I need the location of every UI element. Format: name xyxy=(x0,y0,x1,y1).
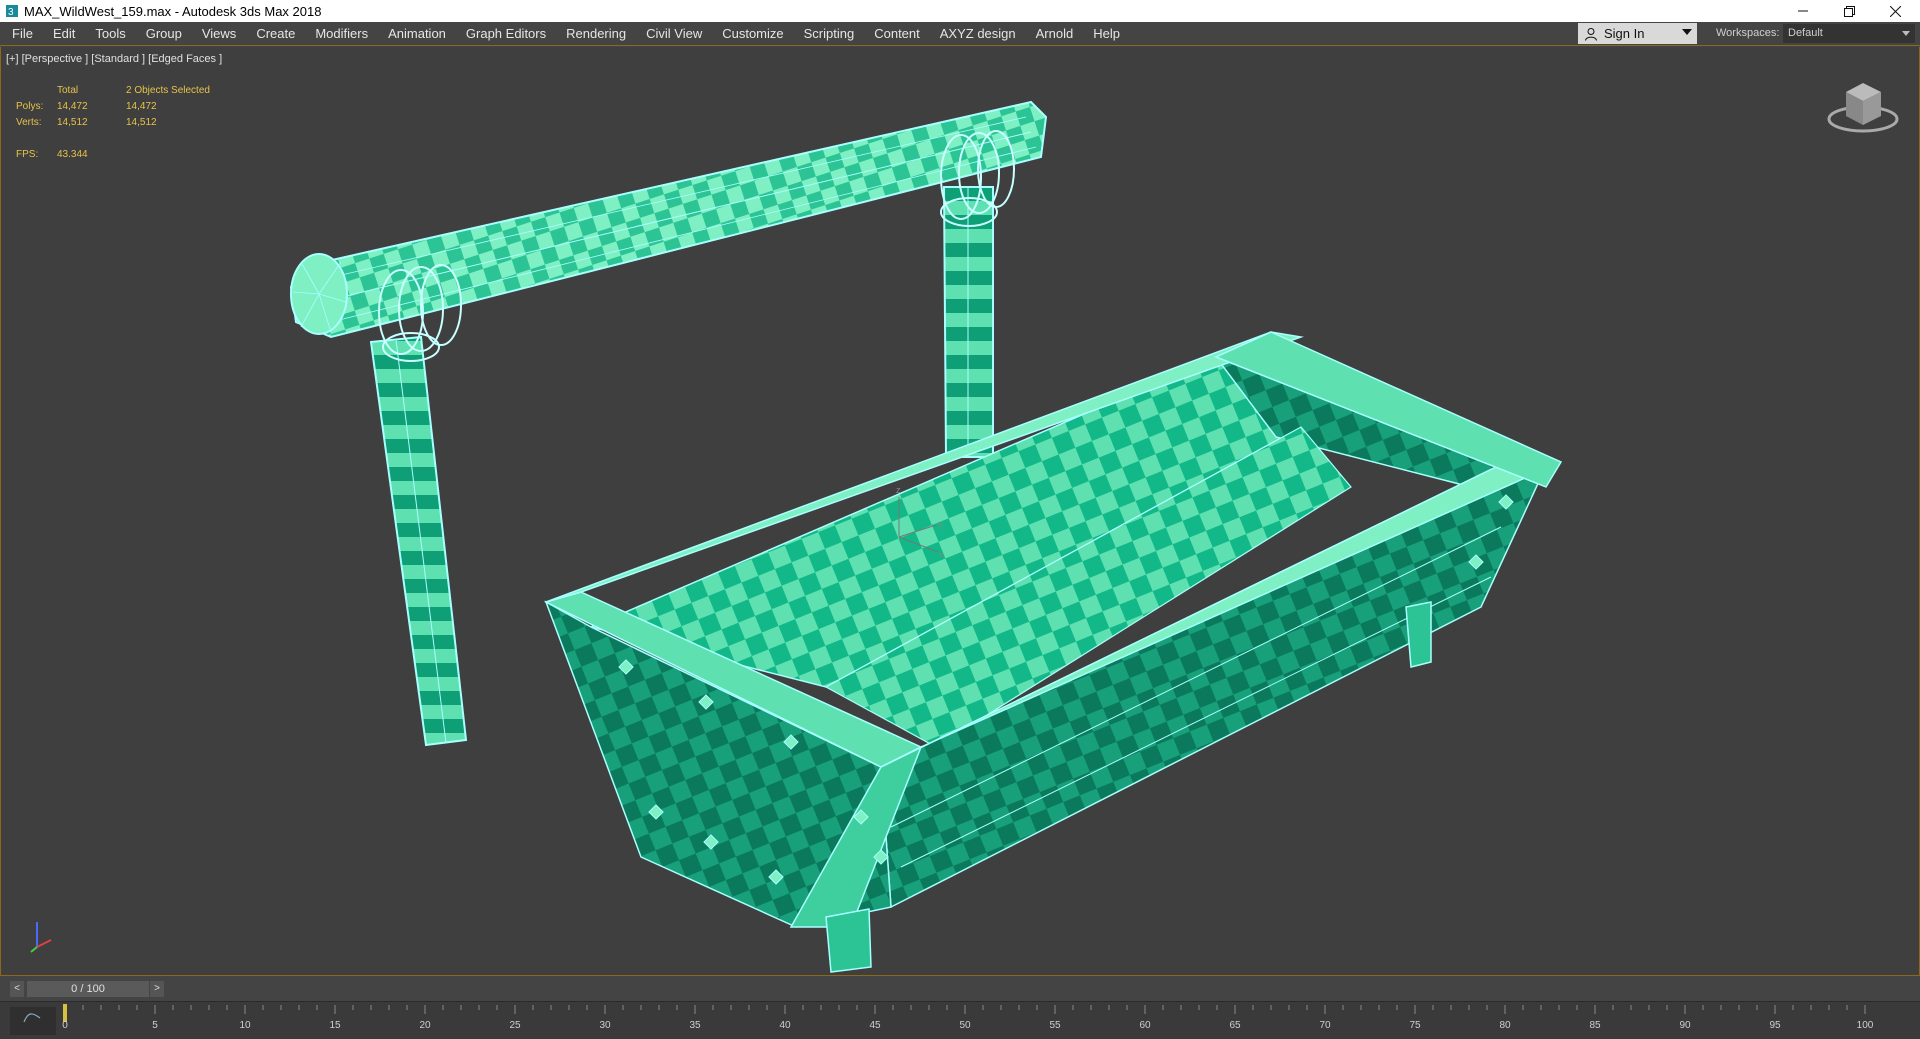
menu-item-help[interactable]: Help xyxy=(1083,22,1130,46)
menu-item-create[interactable]: Create xyxy=(246,22,305,46)
viewcube-icon[interactable] xyxy=(1827,83,1899,133)
menu-item-arnold[interactable]: Arnold xyxy=(1026,22,1084,46)
track-tick-label: 5 xyxy=(152,1020,158,1031)
time-slider[interactable]: 0 / 100 xyxy=(27,981,149,997)
menu-item-graph-editors[interactable]: Graph Editors xyxy=(456,22,556,46)
workspace-value: Default xyxy=(1788,27,1823,39)
verts-selected: 14,512 xyxy=(126,117,157,128)
polys-total: 14,472 xyxy=(57,101,88,112)
track-tick-label: 85 xyxy=(1589,1020,1601,1031)
stats-selected-header: 2 Objects Selected xyxy=(126,85,210,96)
track-tick-label: 30 xyxy=(599,1020,611,1031)
menu-item-scripting[interactable]: Scripting xyxy=(794,22,865,46)
axis-tripod-icon xyxy=(30,922,52,953)
track-tick-label: 90 xyxy=(1679,1020,1691,1031)
fps-label: FPS: xyxy=(16,149,39,160)
3dsmax-app-icon[interactable]: 3 xyxy=(4,3,20,19)
trough[interactable] xyxy=(543,331,1563,973)
track-tick-label: 10 xyxy=(239,1020,251,1031)
right-post[interactable] xyxy=(942,186,994,458)
track-tick-label: 60 xyxy=(1139,1020,1151,1031)
window-title: MAX_WildWest_159.max - Autodesk 3ds Max … xyxy=(24,3,322,19)
track-tick-label: 75 xyxy=(1409,1020,1421,1031)
track-tick-label: 70 xyxy=(1319,1020,1331,1031)
track-tick-label: 20 xyxy=(419,1020,431,1031)
left-post[interactable] xyxy=(369,335,468,747)
scene-canvas[interactable]: z y x xyxy=(1,47,1919,976)
menu-item-group[interactable]: Group xyxy=(136,22,192,46)
verts-total: 14,512 xyxy=(57,117,88,128)
menu-item-views[interactable]: Views xyxy=(192,22,246,46)
menu-item-content[interactable]: Content xyxy=(864,22,930,46)
time-slider-bar: < 0 / 100 > xyxy=(0,977,1920,1001)
track-tick-label: 100 xyxy=(1857,1020,1874,1031)
sign-in-label: Sign In xyxy=(1604,26,1645,41)
prev-frame-button[interactable]: < xyxy=(10,981,24,997)
workspace-dropdown[interactable]: Default xyxy=(1783,24,1915,43)
track-tick-label: 25 xyxy=(509,1020,521,1031)
track-tick-label: 45 xyxy=(869,1020,881,1031)
viewport-label[interactable]: [+] [Perspective ] [Standard ] [Edged Fa… xyxy=(6,53,222,65)
menu-item-file[interactable]: File xyxy=(0,22,43,46)
track-tick-label: 15 xyxy=(329,1020,341,1031)
verts-label: Verts: xyxy=(16,117,42,128)
restore-icon[interactable] xyxy=(1826,0,1872,22)
gizmo-y-label: y xyxy=(938,519,943,529)
chevron-down-icon[interactable] xyxy=(1902,31,1910,36)
polys-selected: 14,472 xyxy=(126,101,157,112)
next-frame-button[interactable]: > xyxy=(150,981,164,997)
menu-item-axyz-design[interactable]: AXYZ design xyxy=(930,22,1026,46)
sign-in-button[interactable]: Sign In xyxy=(1578,23,1697,44)
track-tick-label: 35 xyxy=(689,1020,701,1031)
user-icon xyxy=(1585,27,1597,41)
track-tick-label: 55 xyxy=(1049,1020,1061,1031)
menu-item-rendering[interactable]: Rendering xyxy=(556,22,636,46)
track-tick-label: 50 xyxy=(959,1020,971,1031)
svg-text:3: 3 xyxy=(8,7,14,18)
track-tick-label: 65 xyxy=(1229,1020,1241,1031)
menu-item-civil-view[interactable]: Civil View xyxy=(636,22,712,46)
polys-label: Polys: xyxy=(16,101,44,112)
fps-value: 43.344 xyxy=(57,149,88,160)
stats-total-header: Total xyxy=(57,85,79,96)
track-tick-label: 0 xyxy=(62,1020,68,1031)
menu-item-modifiers[interactable]: Modifiers xyxy=(305,22,378,46)
track-tick-label: 95 xyxy=(1769,1020,1781,1031)
mini-curve-editor-icon[interactable] xyxy=(10,1007,56,1035)
close-icon[interactable] xyxy=(1872,0,1918,22)
title-bar: 3 MAX_WildWest_159.max - Autodesk 3ds Ma… xyxy=(0,0,1920,22)
track-ruler[interactable]: 0 5 10 15 20 25 30 35 40 45 50 55 60 65 70 75 80 85 90 95 10… xyxy=(60,1002,1920,1039)
track-tick-label: 80 xyxy=(1499,1020,1511,1031)
menu-item-edit[interactable]: Edit xyxy=(43,22,85,46)
workspaces-label: Workspaces: xyxy=(1716,27,1780,39)
gizmo-x-label: x xyxy=(939,549,944,559)
minimize-icon[interactable] xyxy=(1780,0,1826,22)
track-tick-label: 40 xyxy=(779,1020,791,1031)
chevron-down-icon[interactable] xyxy=(1682,29,1692,35)
menu-item-tools[interactable]: Tools xyxy=(85,22,135,46)
crossbeam-log[interactable] xyxy=(289,100,1048,362)
gizmo-z-label: z xyxy=(896,485,901,495)
perspective-viewport[interactable]: z y x [+] [Perspective ] [Standard ] [Ed… xyxy=(0,47,1920,976)
menu-item-animation[interactable]: Animation xyxy=(378,22,456,46)
menu-item-customize[interactable]: Customize xyxy=(712,22,793,46)
track-bar[interactable]: 0 5 10 15 20 25 30 35 40 45 50 55 60 65 70 75 80 85 90 95 10… xyxy=(0,1001,1920,1039)
